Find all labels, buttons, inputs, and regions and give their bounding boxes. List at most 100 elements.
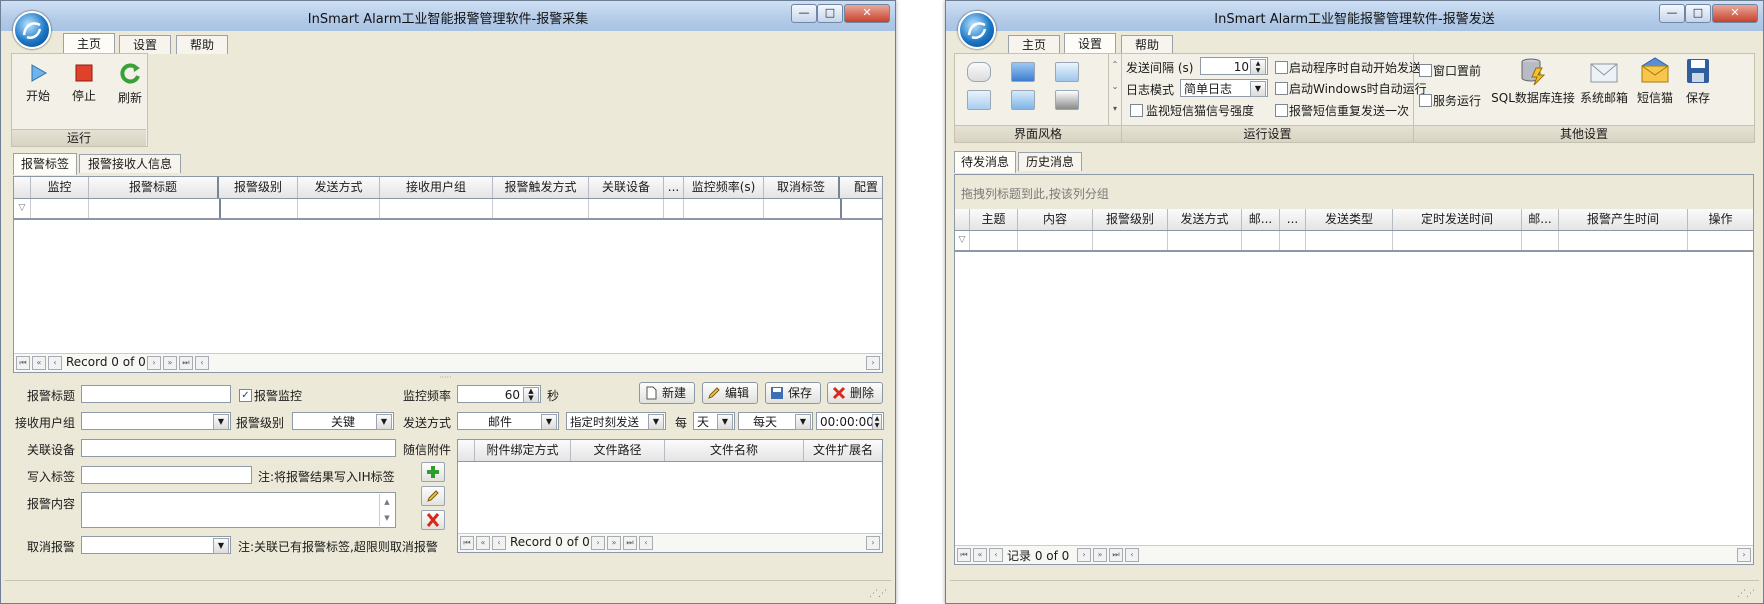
col-alarm-level[interactable]: 报警级别 [1093,209,1168,230]
resend-checkbox[interactable] [1275,104,1288,117]
filter-icon[interactable]: ▽ [14,199,31,218]
pending-messages-grid[interactable]: 拖拽列标题到此,按该列分组 主题 内容 报警级别 发送方式 邮... ... 发… [954,174,1754,565]
edit-attachment-button[interactable] [421,486,445,506]
prev-page-button[interactable]: « [32,356,46,370]
content-scrollbar[interactable]: ▲ ▼ [379,494,394,526]
filter-cell[interactable] [1168,231,1242,250]
filter-row[interactable]: ▽ [14,199,882,220]
app-logo-icon[interactable] [958,11,996,49]
alarm-monitor-checkbox[interactable]: ✓ [239,389,252,402]
system-mail-button[interactable]: 系统邮箱 [1578,58,1630,106]
schedule-select[interactable]: 指定时刻发送 ▼ [566,412,666,430]
first-page-button[interactable]: ⏮ [460,536,474,550]
tab-pending-messages[interactable]: 待发消息 [954,151,1016,173]
tab-help[interactable]: 帮助 [176,35,228,54]
sms-modem-button[interactable]: 短信猫 [1632,56,1678,106]
filter-cell[interactable] [1018,231,1093,250]
time-spinner[interactable]: 00:00:00 ▲ ▼ [816,412,884,430]
filter-cell[interactable] [298,199,380,218]
tab-settings[interactable]: 设置 [1064,33,1116,55]
filter-cell[interactable] [764,199,842,218]
filter-cell[interactable] [1393,231,1522,250]
unit-select[interactable]: 天 ▼ [693,412,735,430]
dropdown-arrow-icon[interactable]: ▼ [376,414,392,430]
col-attach-bind-mode[interactable]: 附件绑定方式 [475,440,571,461]
col-subject[interactable]: 主题 [970,209,1018,230]
filter-row[interactable]: ▽ [955,231,1753,252]
title-bar[interactable]: InSmart Alarm工业智能报警管理软件-报警发送 — □ ✕ [946,1,1763,32]
filter-cell[interactable] [1559,231,1688,250]
col-content[interactable]: 内容 [1018,209,1093,230]
dropdown-arrow-icon[interactable]: ▼ [1250,81,1266,97]
tab-alarm-tags[interactable]: 报警标签 [13,153,77,175]
filter-cell[interactable] [970,231,1018,250]
dropdown-arrow-icon[interactable]: ▼ [213,414,229,430]
title-bar[interactable]: InSmart Alarm工业智能报警管理软件-报警采集 — □ ✕ [1,1,895,32]
next-record-button[interactable]: › [147,356,161,370]
related-device-input[interactable] [81,439,396,457]
style-gray-button[interactable] [1055,90,1079,110]
col-mail-2[interactable]: 邮... [1522,209,1559,230]
sql-connect-button[interactable]: SQL数据库连接 [1490,56,1576,106]
period-select[interactable]: 每天 ▼ [738,412,813,430]
spinner-arrows-icon[interactable]: ▲ ▼ [523,387,539,403]
filter-cell[interactable] [219,199,298,218]
tab-settings[interactable]: 设置 [119,35,171,54]
col-alarm-title[interactable]: 报警标题 [89,177,219,198]
filter-cell[interactable] [493,199,589,218]
monitor-freq-spinner[interactable]: 60 ▲ ▼ [457,385,541,403]
auto-send-checkbox[interactable] [1275,61,1288,74]
minimize-button[interactable]: — [1659,4,1685,23]
filter-cell[interactable] [380,199,493,218]
filter-cell[interactable] [684,199,764,218]
cancel-alarm-select[interactable]: ▼ [81,536,231,554]
app-logo-icon[interactable] [13,11,51,49]
filter-cell[interactable] [1242,231,1280,250]
stop-button[interactable]: 停止 [66,62,102,104]
col-send-type[interactable]: 发送类型 [1306,209,1393,230]
last-page-button[interactable]: ⏭ [623,536,637,550]
filter-cell[interactable] [664,199,684,218]
col-alarm-level[interactable]: 报警级别 [219,177,298,198]
dropdown-arrow-icon[interactable]: ▼ [213,538,229,554]
dropdown-arrow-icon[interactable]: ▼ [648,414,664,430]
add-attachment-button[interactable] [421,462,445,482]
col-receive-group[interactable]: 接收用户组 [380,177,493,198]
col-file-path[interactable]: 文件路径 [571,440,665,461]
style-blue-button[interactable] [1011,62,1035,82]
dropdown-arrow-icon[interactable]: ▼ [795,414,811,430]
style-scroller[interactable]: ⌃ ⌄ ▾ [1108,54,1121,126]
new-button[interactable]: 新建 [639,382,695,404]
write-tag-input[interactable] [81,466,252,484]
next-record-button[interactable]: › [1077,548,1091,562]
col-config[interactable]: 配置 [840,177,892,198]
prev-record-button[interactable]: ‹ [48,356,62,370]
dropdown-arrow-icon[interactable]: ▼ [717,414,733,430]
delete-button[interactable]: 删除 [827,382,883,404]
log-mode-select[interactable]: 简单日志 ▼ [1180,79,1268,97]
minimize-button[interactable]: — [791,4,817,23]
col-cancel-tag[interactable]: 取消标签 [764,177,840,198]
scroll-right-button[interactable]: › [866,536,880,550]
scroll-left-button[interactable]: ‹ [1125,548,1139,562]
service-run-checkbox[interactable] [1419,94,1432,107]
start-button[interactable]: 开始 [20,62,56,104]
col-send-mode[interactable]: 发送方式 [298,177,380,198]
close-button[interactable]: ✕ [844,4,890,23]
tab-alarm-receivers[interactable]: 报警接收人信息 [79,154,181,173]
monitor-signal-checkbox[interactable] [1130,104,1143,117]
prev-record-button[interactable]: ‹ [989,548,1003,562]
tab-home[interactable]: 主页 [63,33,115,55]
col-more[interactable]: ... [664,177,684,198]
filter-cell[interactable] [1306,231,1393,250]
delete-attachment-button[interactable] [421,510,445,530]
filter-cell[interactable] [1280,231,1306,250]
resize-grip-icon[interactable]: ⋰⋰ [1737,589,1755,599]
alarm-tag-grid[interactable]: 监控 报警标题 报警级别 发送方式 接收用户组 报警触发方式 关联设备 ... … [13,176,883,373]
next-record-button[interactable]: › [591,536,605,550]
col-send-mode[interactable]: 发送方式 [1168,209,1242,230]
dropdown-arrow-icon[interactable]: ▼ [541,414,557,430]
col-monitor-freq[interactable]: 监控频率(s) [684,177,764,198]
alarm-title-input[interactable] [81,385,231,403]
col-operation[interactable]: 操作 [1688,209,1753,230]
